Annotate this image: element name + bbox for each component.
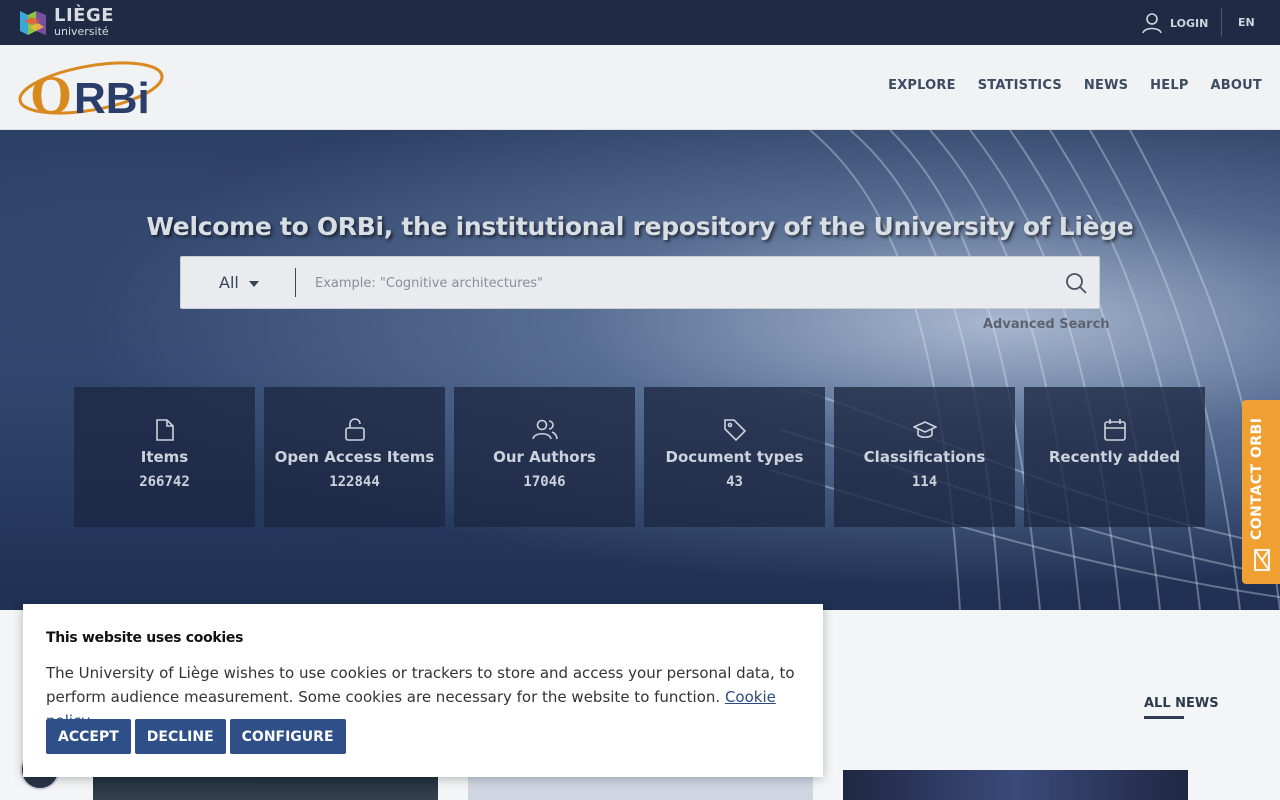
stat-label: Recently added xyxy=(1048,448,1181,466)
cookie-title: This website uses cookies xyxy=(46,630,244,646)
users-icon xyxy=(531,419,558,440)
news-card-image[interactable] xyxy=(843,770,1188,800)
search-input[interactable] xyxy=(315,269,1055,297)
stat-label: Open Access Items xyxy=(274,448,435,466)
calendar-icon xyxy=(1103,419,1126,441)
hero-banner: Welcome to ORBi, the institutional repos… xyxy=(0,130,1280,610)
search-scope-label: All xyxy=(219,273,239,292)
nav-about[interactable]: ABOUT xyxy=(1211,78,1262,93)
login-button[interactable]: LOGIN xyxy=(1142,12,1208,34)
stat-classifications[interactable]: Classifications 114 xyxy=(834,387,1015,527)
decline-button[interactable]: DECLINE xyxy=(134,719,226,754)
search-button[interactable] xyxy=(1065,272,1087,298)
contact-orbi-tab[interactable]: CONTACT ORBI xyxy=(1242,400,1280,584)
graduation-cap-icon xyxy=(912,421,937,439)
stat-value: 266742 xyxy=(139,474,190,490)
advanced-search-link[interactable]: Advanced Search xyxy=(983,317,1110,332)
university-logo-mark xyxy=(18,7,48,37)
stats-row: Items 266742 Open Access Items 122844 Ou… xyxy=(74,387,1205,527)
search-icon xyxy=(1066,273,1087,294)
stat-recently-added[interactable]: Recently added xyxy=(1024,387,1205,527)
nav-statistics[interactable]: STATISTICS xyxy=(978,78,1062,93)
nav-help[interactable]: HELP xyxy=(1150,78,1188,93)
stat-open-access[interactable]: Open Access Items 122844 xyxy=(264,387,445,527)
orbi-logo-text: RBi xyxy=(74,74,150,121)
main-header: O RBi EXPLORE STATISTICS NEWS HELP ABOUT xyxy=(0,45,1280,130)
university-logo[interactable]: LIÈGE université xyxy=(18,5,114,39)
orbi-logo[interactable]: O RBi xyxy=(16,55,172,125)
document-icon xyxy=(155,419,174,441)
language-selector[interactable]: EN xyxy=(1238,16,1255,29)
unlock-icon xyxy=(344,418,365,441)
accept-button[interactable]: ACCEPT xyxy=(46,719,131,754)
stat-label: Our Authors xyxy=(493,448,596,466)
stat-value: 43 xyxy=(726,474,743,490)
search-bar: All xyxy=(180,256,1100,309)
university-logo-line1: LIÈGE xyxy=(54,5,115,26)
topbar-divider xyxy=(1221,8,1222,37)
all-news-underline xyxy=(1144,716,1184,719)
mail-icon xyxy=(1254,549,1270,571)
stat-value: 17046 xyxy=(523,474,566,490)
search-divider xyxy=(295,268,296,297)
stat-document-types[interactable]: Document types 43 xyxy=(644,387,825,527)
contact-orbi-label: CONTACT ORBI xyxy=(1249,417,1265,540)
caret-down-icon xyxy=(248,280,259,287)
configure-button[interactable]: CONFIGURE xyxy=(229,719,346,754)
stat-label: Document types xyxy=(665,448,804,466)
main-nav: EXPLORE STATISTICS NEWS HELP ABOUT xyxy=(866,78,1262,93)
university-logo-line2: université xyxy=(54,25,109,38)
cookie-banner: This website uses cookies The University… xyxy=(23,604,823,777)
cookie-text-body: The University of Liège wishes to use co… xyxy=(46,664,795,706)
nav-news[interactable]: NEWS xyxy=(1084,78,1128,93)
search-scope-dropdown[interactable]: All xyxy=(219,273,259,292)
cookie-buttons: ACCEPT DECLINE CONFIGURE xyxy=(46,719,346,754)
tag-icon xyxy=(723,419,746,442)
all-news-link[interactable]: ALL NEWS xyxy=(1144,696,1219,711)
stat-authors[interactable]: Our Authors 17046 xyxy=(454,387,635,527)
orbi-logo-o: O xyxy=(30,65,72,121)
stat-items[interactable]: Items 266742 xyxy=(74,387,255,527)
stat-label: Items xyxy=(140,448,189,466)
login-label: LOGIN xyxy=(1170,16,1209,30)
stat-value: 114 xyxy=(911,474,938,490)
stat-value: 122844 xyxy=(329,474,380,490)
hero-title: Welcome to ORBi, the institutional repos… xyxy=(146,212,1134,241)
nav-explore[interactable]: EXPLORE xyxy=(888,78,956,93)
hero-background-papers xyxy=(769,130,1280,610)
user-icon xyxy=(1142,13,1162,34)
top-bar: LIÈGE université LOGIN EN xyxy=(0,0,1280,45)
stat-label: Classifications xyxy=(863,448,986,466)
